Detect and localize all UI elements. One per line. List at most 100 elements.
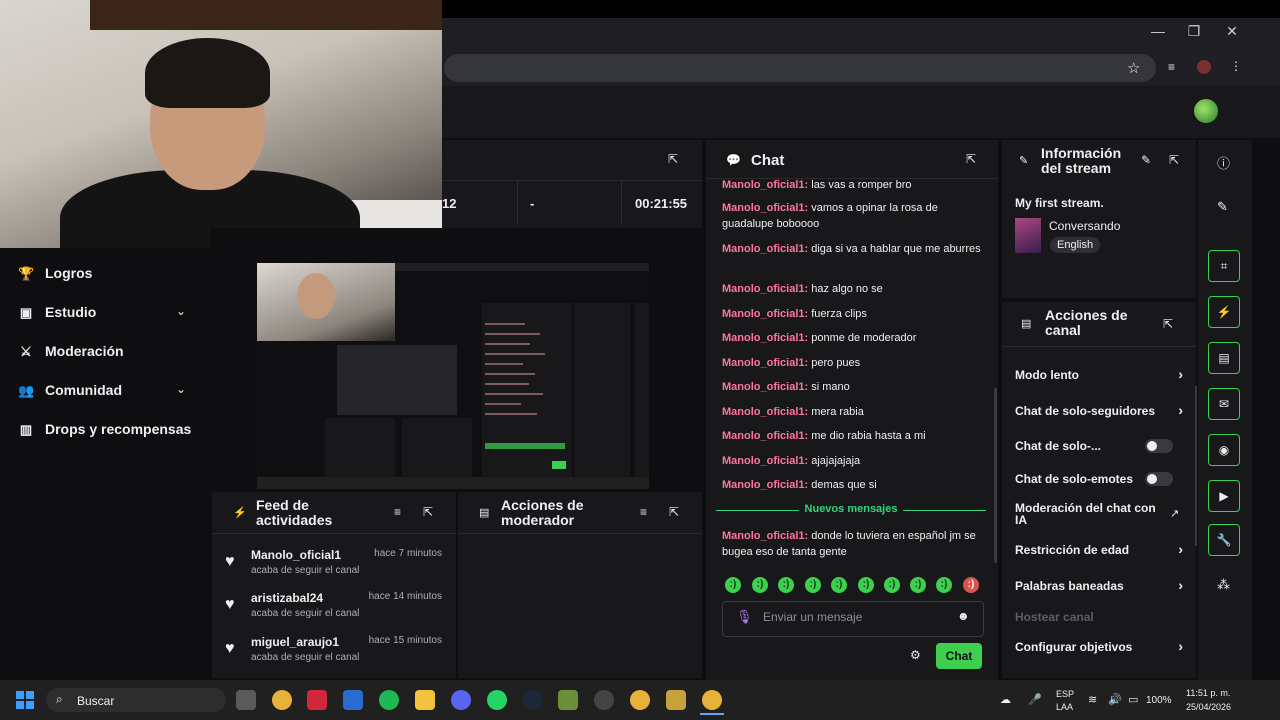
feed-item[interactable]: ♥ miguel_araujo1 hace 15 minutos acaba d… xyxy=(212,635,456,677)
clock-date[interactable]: 25/04/2026 xyxy=(1186,702,1231,712)
maximize-button[interactable]: ❐ xyxy=(1184,23,1204,40)
action-followers-only[interactable]: Chat de solo-seguidores › xyxy=(1015,402,1187,418)
action-age-restriction[interactable]: Restricción de edad › xyxy=(1015,541,1187,557)
external-link-icon[interactable]: ↗ xyxy=(1170,507,1179,520)
clip-icon[interactable]: ⌗ xyxy=(1208,250,1240,282)
app-icon[interactable] xyxy=(343,690,363,710)
minimize-button[interactable]: — xyxy=(1148,23,1168,39)
file-explorer-icon[interactable] xyxy=(415,690,435,710)
emote-icon[interactable]: :) xyxy=(910,577,926,593)
emote-icon[interactable]: :) xyxy=(752,577,768,593)
language-indicator-top[interactable]: ESP xyxy=(1056,689,1074,699)
reading-list-icon[interactable]: ≡ xyxy=(1168,60,1175,74)
action-subs-only[interactable]: Chat de solo-... xyxy=(1015,439,1187,453)
microphone-icon[interactable]: 🎙 xyxy=(736,609,753,625)
nav-item-moderacion[interactable]: ⚔ Moderación xyxy=(18,340,123,362)
chat-message: Manolo_oficial1: fuerza clips xyxy=(722,308,867,320)
close-button[interactable]: ✕ xyxy=(1222,23,1242,40)
battery-icon[interactable]: ▭ xyxy=(1128,693,1138,706)
feed-item[interactable]: ♥ aristizabal24 hace 14 minutos acaba de… xyxy=(212,591,456,633)
action-ai-moderation[interactable]: Moderación del chat con IA xyxy=(1015,502,1165,526)
bookmark-star-icon[interactable]: ☆ xyxy=(1127,59,1140,77)
language-indicator-bottom[interactable]: LAA xyxy=(1056,702,1073,712)
popout-icon[interactable]: ⇱ xyxy=(423,505,433,519)
clock-time[interactable]: 11:51 p. m. xyxy=(1186,688,1230,698)
action-slow-mode[interactable]: Modo lento › xyxy=(1015,366,1187,382)
chrome-icon[interactable] xyxy=(630,690,650,710)
lightning-icon[interactable]: ⚡ xyxy=(1208,296,1240,328)
nav-item-drops[interactable]: ▥ Drops y recompensas xyxy=(18,418,191,440)
dashboard-top-nav xyxy=(442,86,1280,138)
steam-icon[interactable] xyxy=(523,690,543,710)
chrome-icon[interactable] xyxy=(702,690,722,710)
popout-icon[interactable]: ⇱ xyxy=(1163,317,1173,331)
feed-item[interactable]: ♥ Manolo_oficial1 hace 7 minutos acaba d… xyxy=(212,548,456,590)
windows-start-icon[interactable] xyxy=(16,691,34,709)
wifi-icon[interactable]: ≋ xyxy=(1088,693,1097,706)
microphone-icon[interactable]: 🎤 xyxy=(1028,693,1042,706)
emote-icon[interactable]: :) xyxy=(884,577,900,593)
volume-icon[interactable]: 🔊 xyxy=(1108,693,1122,706)
info-icon[interactable]: ⓘ xyxy=(1217,153,1230,172)
edit-icon[interactable]: ✎ xyxy=(1141,153,1151,167)
heart-icon: ♥ xyxy=(225,640,235,657)
app-icon[interactable] xyxy=(307,690,327,710)
emote-icon[interactable]: :) xyxy=(805,577,821,593)
chat-message: Manolo_oficial1: mera rabia xyxy=(722,406,864,418)
emote-icon[interactable]: :) xyxy=(936,577,952,593)
emote-icon[interactable]: :) xyxy=(963,577,979,593)
wrench-icon[interactable]: 🔧 xyxy=(1208,524,1240,556)
toggle-switch[interactable] xyxy=(1145,472,1173,486)
chevron-down-icon[interactable]: ⌄ xyxy=(176,304,186,318)
obs-icon[interactable] xyxy=(594,690,614,710)
category-name[interactable]: Conversando xyxy=(1049,219,1120,233)
app-icon[interactable] xyxy=(666,690,686,710)
spotify-icon[interactable] xyxy=(379,690,399,710)
discord-icon[interactable] xyxy=(451,690,471,710)
toggle-switch[interactable] xyxy=(1145,439,1173,453)
task-view-icon[interactable] xyxy=(236,690,256,710)
nav-item-logros[interactable]: 🏆 Logros xyxy=(18,262,92,284)
whatsapp-icon[interactable] xyxy=(487,690,507,710)
nav-item-comunidad[interactable]: 👥 Comunidad xyxy=(18,379,122,401)
action-banned-words[interactable]: Palabras baneadas › xyxy=(1015,577,1187,593)
extensions-icon[interactable]: ⁂ xyxy=(1217,577,1230,593)
emote-icon[interactable]: :) xyxy=(858,577,874,593)
filter-icon[interactable]: ≡ xyxy=(394,505,401,519)
document-icon[interactable]: ▤ xyxy=(1208,342,1240,374)
popout-icon[interactable]: ⇱ xyxy=(668,152,678,166)
broadcast-icon[interactable]: ◉ xyxy=(1208,434,1240,466)
popout-icon[interactable]: ⇱ xyxy=(1169,153,1179,167)
emoji-icon[interactable]: ☻ xyxy=(957,609,970,623)
chat-send-button[interactable]: Chat xyxy=(936,643,982,669)
user-avatar[interactable] xyxy=(1194,99,1218,123)
taskbar-search[interactable] xyxy=(46,688,226,712)
edit-icon[interactable]: ✎ xyxy=(1217,199,1228,215)
popout-icon[interactable]: ⇱ xyxy=(966,152,976,166)
minecraft-icon[interactable] xyxy=(558,690,578,710)
action-emotes-only[interactable]: Chat de solo-emotes xyxy=(1015,472,1187,486)
gear-icon[interactable]: ⚙ xyxy=(910,648,921,662)
browser-menu-icon[interactable]: ⋮ xyxy=(1230,59,1242,73)
emote-icon[interactable]: :) xyxy=(778,577,794,593)
divider xyxy=(442,180,702,181)
chat-message: Manolo_oficial1: las vas a romper bro xyxy=(722,179,912,191)
popout-icon[interactable]: ⇱ xyxy=(669,505,679,519)
profile-avatar[interactable] xyxy=(1197,60,1211,74)
address-bar[interactable] xyxy=(444,54,1156,82)
cloud-icon[interactable]: ☁ xyxy=(1000,693,1011,706)
action-goals[interactable]: Configurar objetivos › xyxy=(1015,638,1187,654)
language-tag[interactable]: English xyxy=(1050,237,1101,253)
actions-scrollbar[interactable] xyxy=(1195,386,1197,546)
chevron-down-icon[interactable]: ⌄ xyxy=(176,382,186,396)
new-messages-label[interactable]: Nuevos mensajes xyxy=(716,503,986,519)
stream-preview[interactable] xyxy=(257,263,649,489)
video-icon[interactable]: ▶ xyxy=(1208,480,1240,512)
filter-icon[interactable]: ≡ xyxy=(640,505,647,519)
emote-icon[interactable]: :) xyxy=(725,577,741,593)
nav-item-estudio[interactable]: ▣ Estudio xyxy=(18,301,97,323)
chat-bubble-icon[interactable]: ✉ xyxy=(1208,388,1240,420)
chrome-icon[interactable] xyxy=(272,690,292,710)
lightning-icon: ⚡ xyxy=(233,507,247,519)
emote-icon[interactable]: :) xyxy=(831,577,847,593)
